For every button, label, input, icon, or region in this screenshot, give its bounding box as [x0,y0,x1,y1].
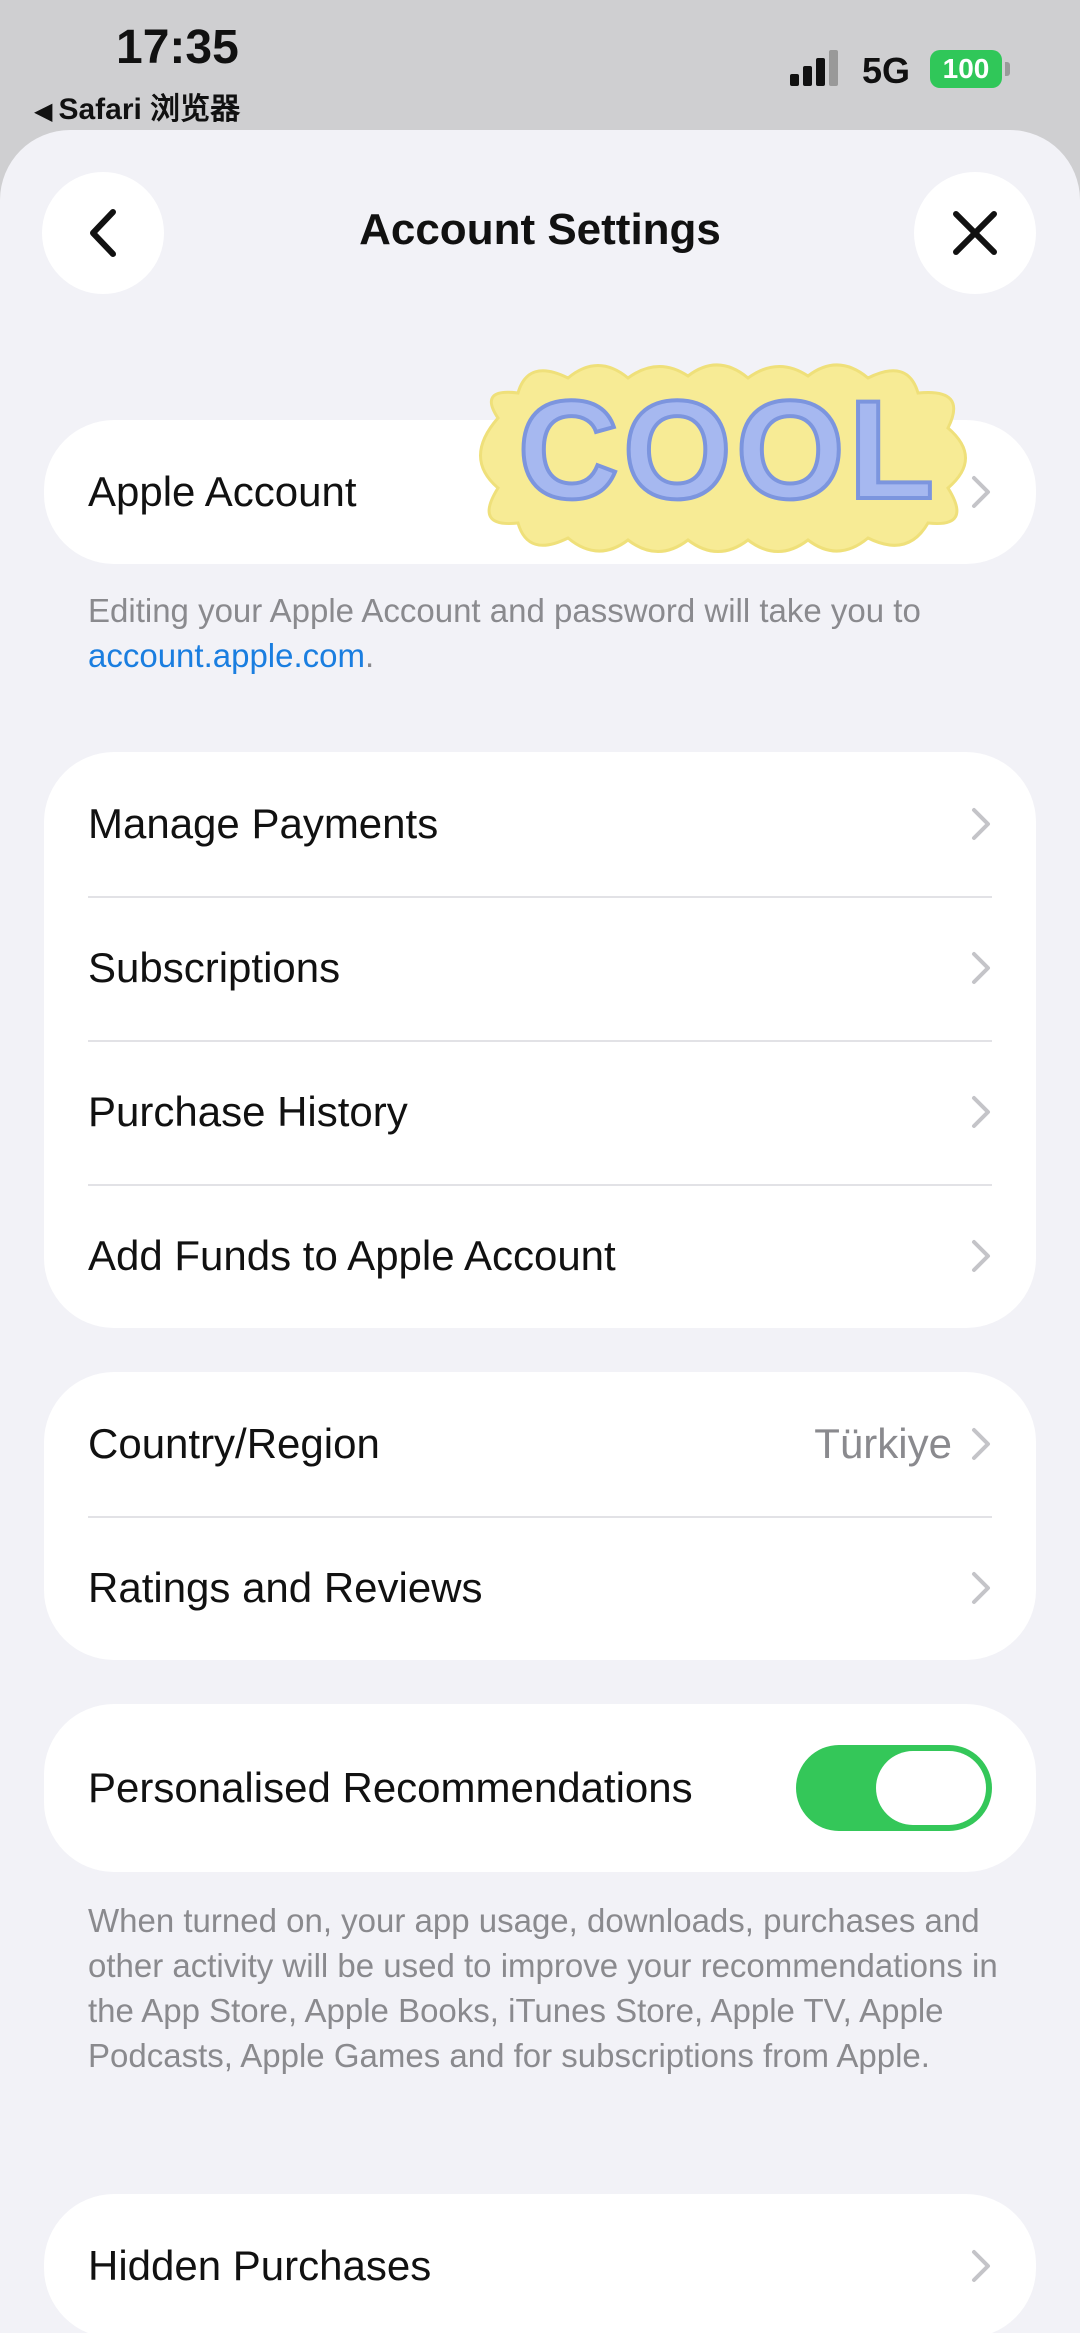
back-app-label: Safari 浏览器 [58,93,241,126]
battery-icon: 100 [930,50,1002,88]
close-icon [953,211,997,255]
account-settings-sheet: Account Settings Apple Account COOL Edit… [0,130,1080,2333]
hidden-purchases-card: Hidden Purchases [44,2194,1036,2333]
add-funds-row[interactable]: Add Funds to Apple Account [44,1184,1036,1328]
chevron-right-icon [972,1428,990,1460]
toggle-knob [876,1751,986,1825]
chevron-right-icon [972,1572,990,1604]
personalised-recommendations-label: Personalised Recommendations [88,1764,693,1811]
status-time: 17:35 [116,21,239,74]
chevron-right-icon [972,1240,990,1272]
chevron-right-icon [972,2250,990,2282]
manage-payments-row[interactable]: Manage Payments [44,752,1036,896]
back-to-app-link[interactable]: ◀ Safari 浏览器 [34,84,240,128]
chevron-right-icon [972,476,990,508]
personalised-recommendations-toggle[interactable] [796,1745,992,1831]
chevron-right-icon [972,808,990,840]
subscriptions-label: Subscriptions [88,944,341,991]
close-button[interactable] [914,172,1036,294]
cellular-signal-icon [790,50,838,86]
country-region-value: Türkiye [814,1420,952,1467]
status-bar: 17:35 ◀ Safari 浏览器 5G 100 [0,0,1080,130]
purchase-history-label: Purchase History [88,1088,408,1135]
subscriptions-row[interactable]: Subscriptions [44,896,1036,1040]
personalised-recommendations-row: Personalised Recommendations [44,1704,1036,1872]
chevron-right-icon [972,1096,990,1128]
recommendations-card: Personalised Recommendations [44,1704,1036,1872]
ratings-reviews-label: Ratings and Reviews [88,1564,483,1611]
manage-payments-label: Manage Payments [88,800,439,847]
recommendations-note: When turned on, your app usage, download… [88,1902,998,2074]
apple-account-label: Apple Account [88,468,357,515]
hidden-purchases-row[interactable]: Hidden Purchases [44,2194,1036,2333]
country-region-row[interactable]: Country/Region Türkiye [44,1372,1036,1516]
chevron-right-icon [972,952,990,984]
apple-account-note-text: Editing your Apple Account and password … [88,592,921,629]
apple-account-note: Editing your Apple Account and password … [88,588,1008,678]
network-type: 5G [862,50,911,91]
country-region-label: Country/Region [88,1420,380,1467]
purchase-history-row[interactable]: Purchase History [44,1040,1036,1184]
account-apple-com-link[interactable]: account.apple.com [88,637,365,674]
battery-cap [1005,62,1010,76]
hidden-purchases-label: Hidden Purchases [88,2242,432,2289]
add-funds-label: Add Funds to Apple Account [88,1232,616,1279]
ratings-reviews-row[interactable]: Ratings and Reviews [44,1516,1036,1660]
apple-account-card: Apple Account [44,420,1036,564]
region-card: Country/Region Türkiye Ratings and Revie… [44,1372,1036,1660]
apple-account-row[interactable]: Apple Account [44,420,1036,564]
apple-account-note-end: . [365,637,375,674]
battery-level: 100 [942,53,990,84]
payments-card: Manage Payments Subscriptions Purchase H… [44,752,1036,1328]
back-triangle-icon: ◀ [34,98,53,125]
